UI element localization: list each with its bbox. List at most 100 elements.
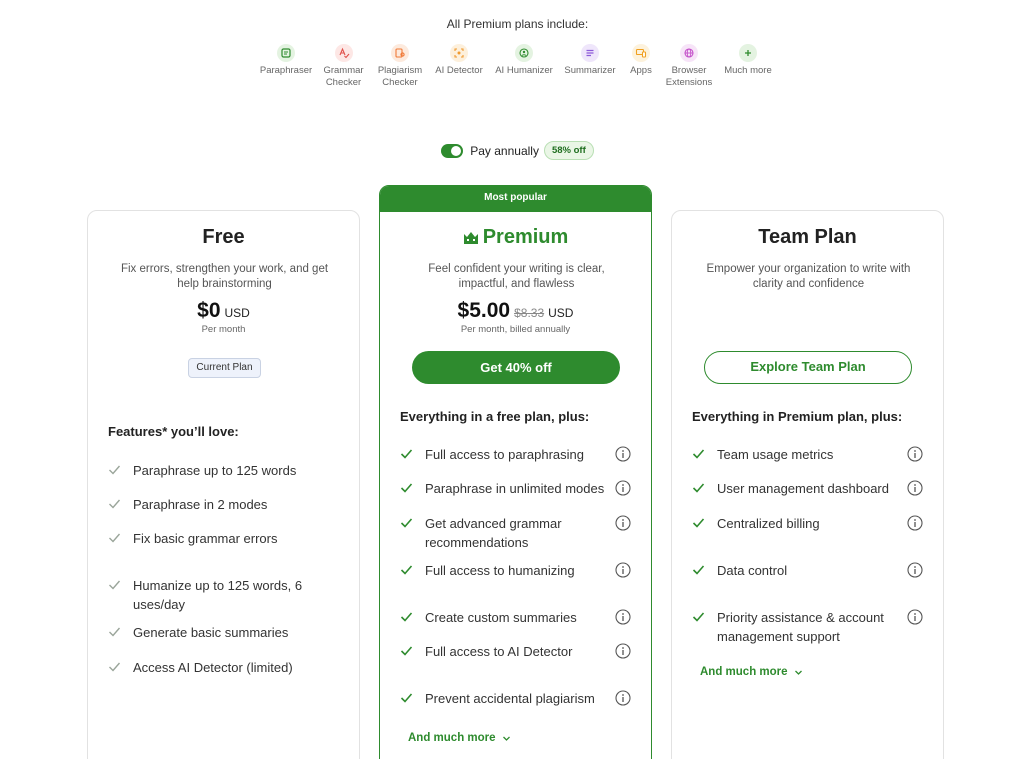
feature-item: Full access to AI Detector: [400, 642, 651, 661]
features-heading-free: Features* you’ll love:: [108, 424, 239, 439]
feature-item: Prevent accidental plagiarism: [400, 689, 651, 708]
tool-much-more[interactable]: Much more: [717, 44, 779, 89]
pay-annually-toggle[interactable]: [441, 143, 464, 158]
crown-icon: [463, 231, 478, 244]
feature-item: Humanize up to 125 words, 6 uses/day: [108, 576, 348, 614]
billing-toggle-row: Pay annually 58% off: [0, 141, 1035, 160]
feature-item: Priority assistance & account management…: [692, 608, 944, 646]
check-icon: [400, 518, 413, 528]
plan-name-team: Team Plan: [758, 226, 857, 248]
grammar-checker-icon: [334, 44, 353, 62]
discount-badge: 58% off: [543, 141, 594, 160]
tool-ai-detector[interactable]: AI Detector: [429, 44, 489, 89]
tool-label-grammar-checker: Grammar Checker: [323, 65, 364, 88]
plus-icon: [739, 44, 757, 62]
feature-text: Priority assistance & account management…: [717, 610, 884, 644]
info-icon[interactable]: [615, 690, 631, 706]
tool-label-summarizer: Summarizer: [564, 65, 616, 76]
tool-paraphraser[interactable]: Paraphraser: [256, 44, 316, 89]
price-premium: $5.00: [457, 299, 511, 322]
plan-name-premium: Premium: [380, 226, 651, 249]
tool-label-paraphraser: Paraphraser: [259, 65, 313, 76]
info-icon[interactable]: [615, 562, 631, 578]
info-icon[interactable]: [907, 609, 923, 625]
tool-label-browser-extensions: Browser Extensions: [665, 65, 713, 88]
feature-item: Team usage metrics: [692, 445, 944, 464]
info-icon[interactable]: [907, 562, 923, 578]
apps-icon: [632, 44, 650, 62]
tool-label-much-more: Much more: [724, 65, 772, 76]
info-icon[interactable]: [907, 480, 923, 496]
check-icon: [692, 518, 705, 528]
and-much-more-link[interactable]: And much more: [408, 732, 511, 744]
feature-text: Create custom summaries: [425, 610, 577, 625]
premium-includes-title: All Premium plans include:: [446, 17, 589, 31]
feature-text: Data control: [717, 563, 788, 578]
tool-apps[interactable]: Apps: [621, 44, 661, 89]
check-icon: [400, 693, 413, 703]
plan-name-premium-text: Premium: [482, 226, 569, 248]
paraphraser-icon: [277, 44, 295, 62]
price-row-premium: $5.00 $8.33 USD: [380, 299, 651, 323]
check-icon: [400, 565, 413, 575]
feature-text: Get advanced grammar recommendations: [425, 516, 562, 550]
ai-detector-icon: [450, 44, 468, 62]
tool-grammar-checker[interactable]: Grammar Checker: [316, 44, 371, 89]
features-heading-premium: Everything in a free plan, plus:: [400, 409, 590, 424]
check-icon: [692, 483, 705, 493]
feature-text: Prevent accidental plagiarism: [425, 691, 595, 706]
premium-tools-list: Paraphraser Grammar Checker Plagiarism C…: [0, 44, 1035, 89]
tool-plagiarism-checker[interactable]: Plagiarism Checker: [371, 44, 429, 89]
currency-free: USD: [224, 306, 250, 320]
tool-ai-humanizer[interactable]: AI Humanizer: [489, 44, 559, 89]
feature-text: Full access to AI Detector: [425, 644, 573, 659]
get-discount-button[interactable]: Get 40% off: [412, 351, 620, 384]
feature-text: Paraphrase in 2 modes: [133, 497, 268, 512]
tool-summarizer[interactable]: Summarizer: [559, 44, 621, 89]
check-icon: [692, 449, 705, 459]
feature-item: Create custom summaries: [400, 608, 651, 627]
check-icon: [692, 565, 705, 575]
tool-browser-extensions[interactable]: Browser Extensions: [661, 44, 717, 89]
feature-item: Paraphrase in 2 modes: [108, 495, 348, 514]
check-icon: [109, 627, 121, 637]
plan-card-free: Free Fix errors, strengthen your work, a…: [87, 210, 360, 759]
feature-text: Fix basic grammar errors: [133, 531, 278, 546]
and-much-more-label: And much more: [700, 666, 788, 678]
info-icon[interactable]: [615, 609, 631, 625]
feature-item: User management dashboard: [692, 479, 944, 498]
info-icon[interactable]: [907, 515, 923, 531]
check-icon: [109, 580, 121, 590]
feature-item: Paraphrase up to 125 words: [108, 461, 348, 480]
browser-extensions-icon: [680, 44, 698, 62]
tool-label-ai-humanizer: AI Humanizer: [495, 65, 553, 76]
info-icon[interactable]: [615, 480, 631, 496]
check-icon: [109, 662, 121, 672]
feature-text: Humanize up to 125 words, 6 uses/day: [133, 578, 303, 612]
feature-text: Team usage metrics: [717, 447, 834, 462]
info-icon[interactable]: [615, 643, 631, 659]
plan-card-team: Team Plan Empower your organization to w…: [671, 210, 944, 759]
feature-item: Fix basic grammar errors: [108, 529, 348, 548]
plan-description-team: Empower your organization to write with …: [706, 263, 911, 290]
feature-item: Centralized billing: [692, 514, 944, 533]
current-plan-badge: Current Plan: [188, 358, 261, 378]
feature-text: Access AI Detector (limited): [133, 660, 293, 675]
feature-item: Full access to humanizing: [400, 561, 651, 580]
check-icon: [400, 483, 413, 493]
check-icon: [109, 533, 121, 543]
feature-item: Generate basic summaries: [108, 623, 348, 642]
feature-item: Paraphrase in unlimited modes: [400, 479, 651, 498]
check-icon: [400, 612, 413, 622]
tool-label-ai-detector: AI Detector: [435, 65, 483, 76]
price-period-premium: Per month, billed annually: [460, 324, 571, 335]
info-icon[interactable]: [907, 446, 923, 462]
info-icon[interactable]: [615, 446, 631, 462]
info-icon[interactable]: [615, 515, 631, 531]
pay-annually-label: Pay annually: [470, 143, 539, 158]
plagiarism-checker-icon: [391, 44, 409, 62]
plan-card-premium: Most popular Premium Feel confident your…: [379, 185, 652, 759]
and-much-more-link[interactable]: And much more: [700, 666, 803, 678]
feature-text: Full access to humanizing: [425, 563, 575, 578]
explore-team-plan-button[interactable]: Explore Team Plan: [704, 351, 912, 384]
